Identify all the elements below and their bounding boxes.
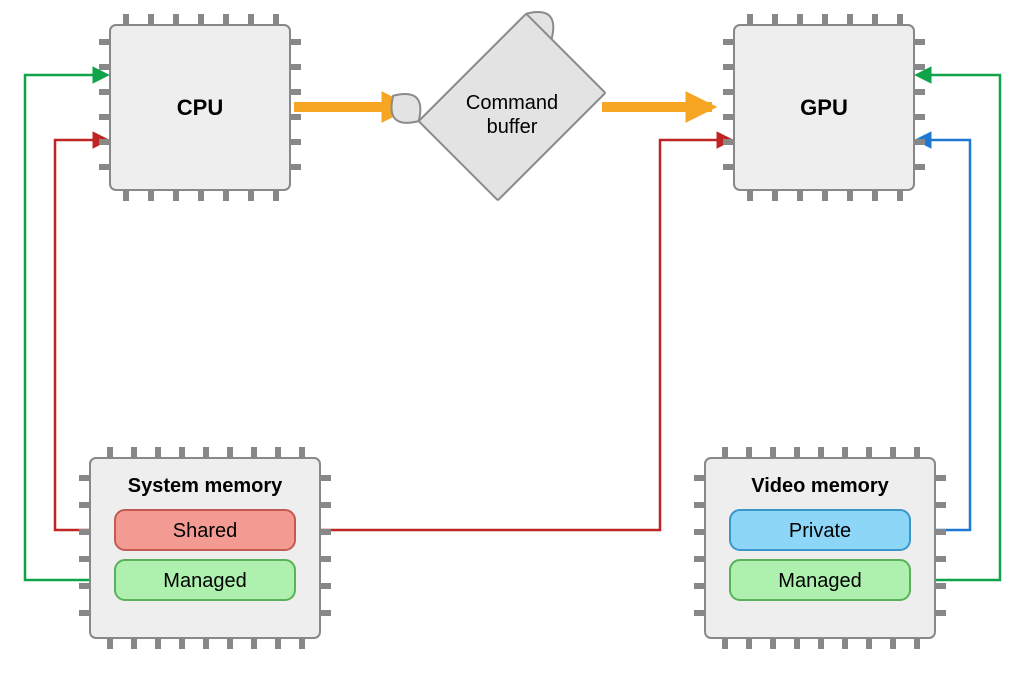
cpu-label: CPU — [177, 95, 223, 120]
video-memory-managed-label: Managed — [778, 570, 861, 592]
command-buffer-scroll-icon: Command buffer — [383, 0, 616, 211]
cpu-chip: CPU — [99, 14, 301, 201]
system-memory-managed-label: Managed — [163, 570, 246, 592]
command-buffer-label-1: Command — [466, 92, 558, 114]
gpu-label: GPU — [800, 95, 848, 120]
video-memory-private-label: Private — [789, 520, 851, 542]
system-memory-chip: System memory Shared Managed — [79, 447, 331, 649]
video-memory-chip: Video memory Private Managed — [694, 447, 946, 649]
system-memory-title: System memory — [128, 475, 283, 497]
diagram-root: CPU GPU Command buffer — [0, 0, 1026, 682]
system-memory-shared-label: Shared — [173, 520, 238, 542]
video-memory-title: Video memory — [751, 475, 889, 497]
gpu-chip: GPU — [723, 14, 925, 201]
arrow-gpu-shared — [299, 140, 731, 530]
command-buffer-label-2: buffer — [487, 116, 538, 138]
